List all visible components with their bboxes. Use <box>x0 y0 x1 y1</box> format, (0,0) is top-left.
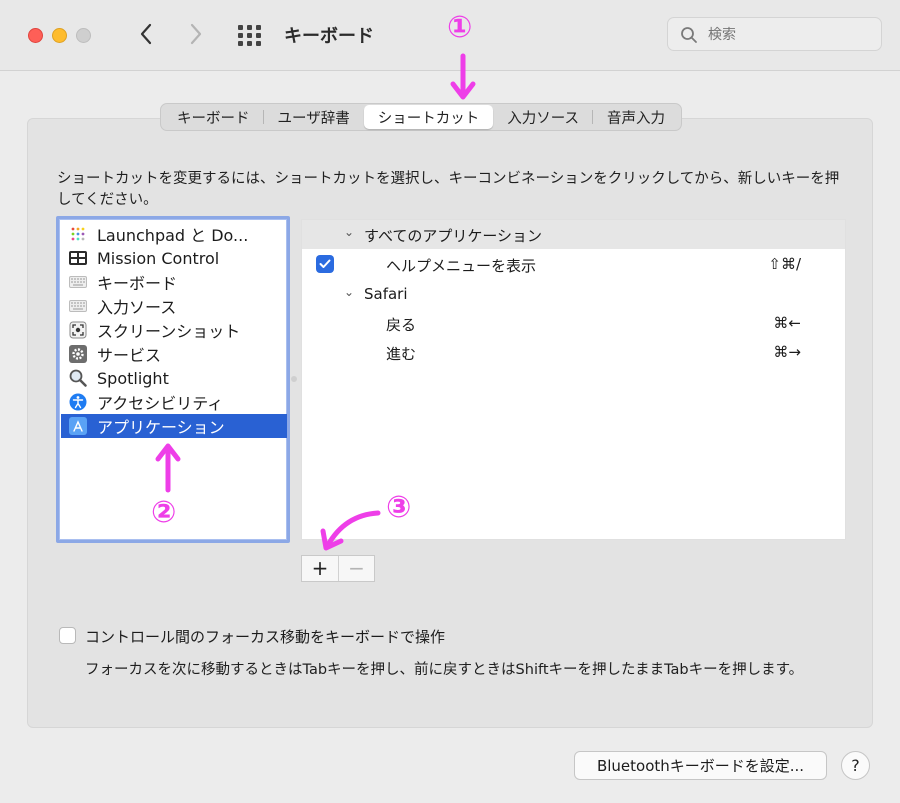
category-label: Launchpad と Do... <box>97 226 249 245</box>
help-button[interactable]: ? <box>841 751 870 780</box>
category-label: 入力ソース <box>97 298 177 317</box>
shortcut-row-back[interactable]: 戻る ⌘← <box>302 309 845 338</box>
search-input[interactable] <box>708 25 868 45</box>
add-remove-control: + − <box>301 555 375 582</box>
category-item-launchpad[interactable]: Launchpad と Do... <box>61 222 287 246</box>
launchpad-icon <box>69 225 87 243</box>
screenshot-icon <box>69 321 87 339</box>
chevron-down-icon[interactable]: ⌄ <box>344 285 354 299</box>
category-item-spotlight[interactable]: Spotlight <box>61 366 287 390</box>
tab-keyboard[interactable]: キーボード <box>163 105 264 129</box>
app-store-icon <box>69 417 87 435</box>
category-item-services[interactable]: サービス <box>61 342 287 366</box>
mission-control-icon <box>69 249 87 267</box>
shortcut-label: 戻る <box>386 316 417 334</box>
search-field[interactable] <box>667 17 882 51</box>
shortcut-table[interactable]: ⌄ すべてのアプリケーション ヘルプメニューを表示 ⇧⌘/ ⌄ Safari 戻… <box>301 219 846 540</box>
keyboard-navigation-description: フォーカスを次に移動するときはTabキーを押し、前に戻すときはShiftキーを押… <box>85 662 804 678</box>
group-row-safari[interactable]: ⌄ Safari <box>302 280 845 309</box>
zoom-window-button[interactable] <box>76 28 91 43</box>
system-preferences-window: キーボード キーボード ユーザ辞書 ショートカット 入力ソース 音声入力 ショー… <box>0 0 900 803</box>
add-shortcut-button[interactable]: + <box>302 556 338 581</box>
category-label: Spotlight <box>97 368 169 388</box>
group-row-all-applications[interactable]: ⌄ すべてのアプリケーション <box>302 220 845 249</box>
category-item-keyboard[interactable]: キーボード <box>61 270 287 294</box>
category-item-accessibility[interactable]: アクセシビリティ <box>61 390 287 414</box>
remove-shortcut-button[interactable]: − <box>338 556 374 581</box>
keyboard-icon <box>69 273 87 291</box>
category-item-input-sources[interactable]: 入力ソース <box>61 294 287 318</box>
group-label: Safari <box>364 285 408 303</box>
search-icon <box>681 27 697 43</box>
show-all-grid-icon[interactable] <box>237 23 263 47</box>
category-label: サービス <box>97 346 162 365</box>
back-button[interactable] <box>133 20 159 48</box>
category-item-screenshot[interactable]: スクリーンショット <box>61 318 287 342</box>
gear-icon <box>69 345 87 363</box>
category-list[interactable]: Launchpad と Do... Mission Control キーボード … <box>56 216 290 543</box>
shortcut-key[interactable]: ⌘→ <box>773 343 801 361</box>
category-label: アプリケーション <box>97 418 225 437</box>
tab-input-sources[interactable]: 入力ソース <box>493 105 593 129</box>
close-window-button[interactable] <box>28 28 43 43</box>
checkmark-icon <box>319 259 331 268</box>
keyboard-icon <box>69 297 87 315</box>
shortcut-row-help-menu[interactable]: ヘルプメニューを表示 ⇧⌘/ <box>302 250 845 279</box>
tab-dictation[interactable]: 音声入力 <box>593 105 679 129</box>
category-item-mission-control[interactable]: Mission Control <box>61 246 287 270</box>
chevron-down-icon[interactable]: ⌄ <box>344 225 354 239</box>
keyboard-navigation-label[interactable]: コントロール間のフォーカス移動をキーボードで操作 <box>85 626 445 647</box>
setup-bluetooth-keyboard-button[interactable]: Bluetoothキーボードを設定... <box>574 751 827 780</box>
category-item-applications[interactable]: アプリケーション <box>61 414 287 438</box>
category-label: スクリーンショット <box>97 322 241 341</box>
category-label: Mission Control <box>97 248 220 268</box>
annotation-number-2: ② <box>151 495 177 530</box>
split-view-handle[interactable] <box>291 376 297 382</box>
annotation-number-1: ① <box>447 10 473 45</box>
shortcut-key[interactable]: ⌘← <box>773 314 801 332</box>
category-label: キーボード <box>97 274 178 293</box>
shortcut-label: 進む <box>386 345 417 363</box>
accessibility-icon <box>69 393 87 411</box>
shortcut-enabled-checkbox[interactable] <box>316 255 334 273</box>
category-label: アクセシビリティ <box>97 394 224 413</box>
magnifier-icon <box>69 369 87 387</box>
shortcut-key[interactable]: ⇧⌘/ <box>768 255 801 273</box>
shortcut-row-forward[interactable]: 進む ⌘→ <box>302 338 845 367</box>
minimize-window-button[interactable] <box>52 28 67 43</box>
forward-button[interactable] <box>183 20 209 48</box>
shortcut-label: ヘルプメニューを表示 <box>386 257 537 275</box>
tab-bar: キーボード ユーザ辞書 ショートカット 入力ソース 音声入力 <box>160 103 682 131</box>
tab-user-dictionary[interactable]: ユーザ辞書 <box>264 105 364 129</box>
group-label: すべてのアプリケーション <box>364 227 543 245</box>
keyboard-navigation-checkbox[interactable] <box>59 627 76 644</box>
annotation-number-3: ③ <box>386 490 412 525</box>
instructions-text: ショートカットを変更するには、ショートカットを選択し、キーコンビネーションをクリ… <box>57 171 840 208</box>
chevron-right-icon <box>190 23 202 45</box>
window-title: キーボード <box>284 26 374 47</box>
chevron-left-icon <box>140 23 152 45</box>
tab-shortcuts[interactable]: ショートカット <box>363 105 494 129</box>
